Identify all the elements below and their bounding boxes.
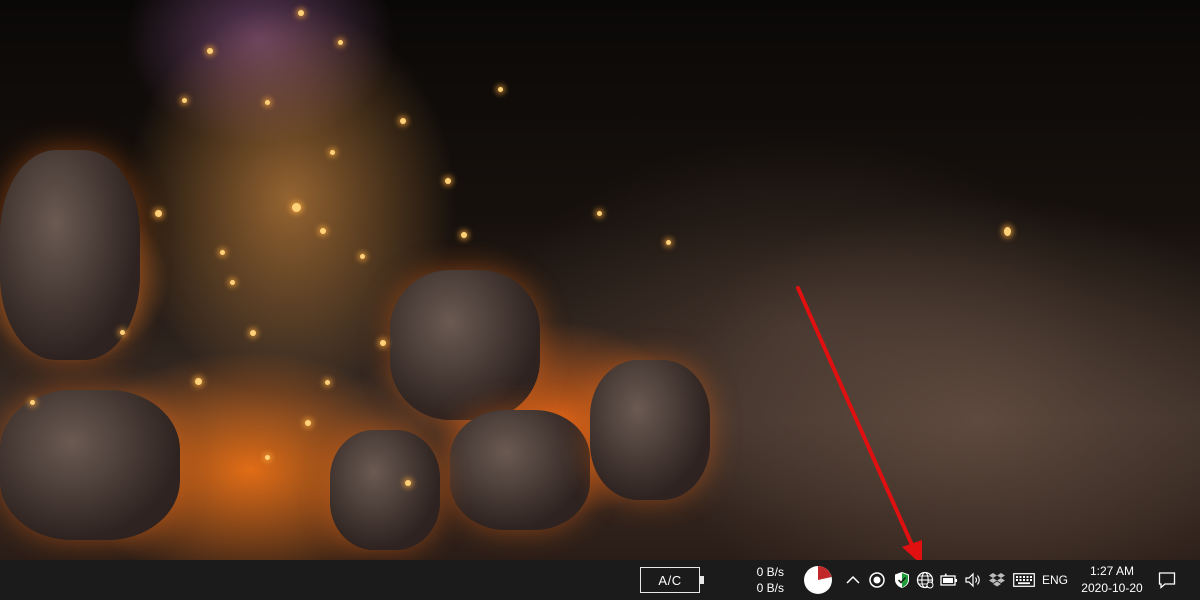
keyboard-icon[interactable] [1012, 560, 1036, 600]
volume-icon[interactable] [962, 560, 984, 600]
battery-icon[interactable] [938, 560, 960, 600]
clock-date: 2020-10-20 [1081, 581, 1143, 595]
record-icon[interactable] [866, 560, 888, 600]
taskbar: A/C 0 B/s 0 B/s ENG 1:27 AM 2020-10-20 [0, 560, 1200, 600]
upload-speed: 0 B/s [756, 565, 784, 579]
red-annotation-arrow [796, 286, 922, 565]
dropbox-icon[interactable] [986, 560, 1008, 600]
network-speed-meter[interactable]: 0 B/s 0 B/s [744, 564, 784, 596]
input-language-indicator[interactable]: ENG [1042, 560, 1068, 600]
shield-icon[interactable] [891, 560, 913, 600]
download-speed: 0 B/s [756, 581, 784, 595]
clock-time: 1:27 AM [1089, 564, 1135, 578]
battery-widget-label: A/C [658, 572, 682, 588]
globe-icon[interactable] [914, 560, 936, 600]
battery-widget[interactable]: A/C [640, 567, 700, 593]
chevron-up-icon[interactable] [844, 560, 862, 600]
system-clock[interactable]: 1:27 AM 2020-10-20 [1076, 563, 1148, 597]
battery-widget-nub [700, 576, 704, 584]
pie-chart-icon[interactable] [802, 560, 834, 600]
notification-icon[interactable] [1154, 560, 1180, 600]
